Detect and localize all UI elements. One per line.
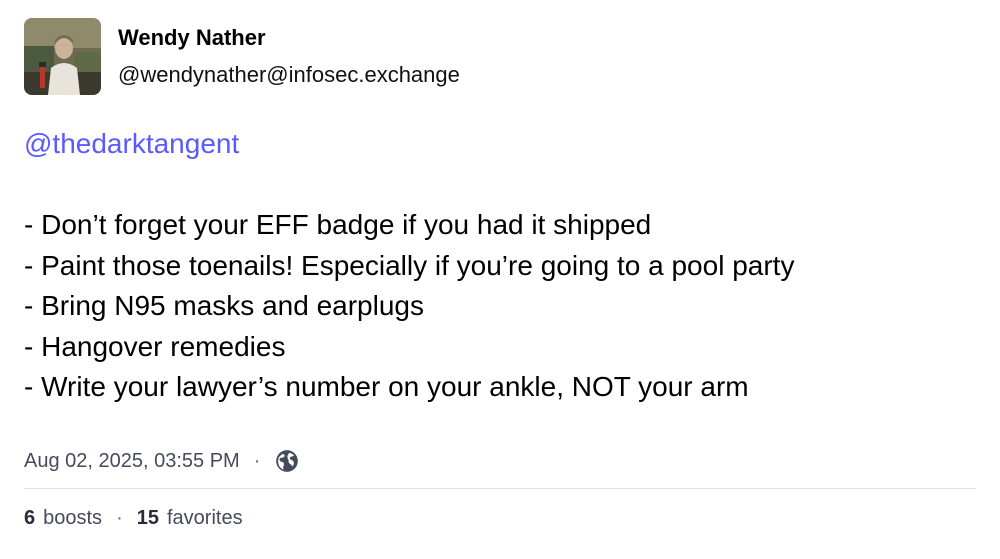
globe-icon <box>274 448 300 474</box>
favorites-count[interactable]: 15 <box>137 507 159 530</box>
post-stats: 6 boosts · 15 favorites <box>24 504 243 532</box>
boosts-label[interactable]: boosts <box>43 507 102 530</box>
author-avatar[interactable] <box>24 18 101 95</box>
post-header: Wendy Nather @wendynather@infosec.exchan… <box>24 18 460 95</box>
post-line: - Hangover remedies <box>24 330 286 362</box>
avatar-photo-icon <box>24 18 101 95</box>
post-line: - Paint those toenails! Especially if yo… <box>24 249 795 281</box>
post-card: Wendy Nather @wendynather@infosec.exchan… <box>0 0 1000 559</box>
boosts-count[interactable]: 6 <box>24 507 35 530</box>
stats-separator: · <box>116 506 123 529</box>
author-info: Wendy Nather @wendynather@infosec.exchan… <box>118 24 460 89</box>
favorites-label[interactable]: favorites <box>167 507 243 530</box>
post-timestamp[interactable]: Aug 02, 2025, 03:55 PM <box>24 450 240 473</box>
post-content: @thedarktangent - Don’t forget your EFF … <box>24 124 974 408</box>
divider <box>24 488 976 489</box>
post-line: - Don’t forget your EFF badge if you had… <box>24 209 652 240</box>
mention-link[interactable]: @thedarktangent <box>24 124 974 165</box>
author-display-name[interactable]: Wendy Nather <box>118 24 460 52</box>
post-meta: Aug 02, 2025, 03:55 PM · <box>24 447 300 475</box>
post-line: - Write your lawyer’s number on your ank… <box>24 371 749 402</box>
author-handle[interactable]: @wendynather@infosec.exchange <box>118 61 460 89</box>
post-line: - Bring N95 masks and earplugs <box>24 290 424 321</box>
meta-separator: · <box>253 449 261 472</box>
